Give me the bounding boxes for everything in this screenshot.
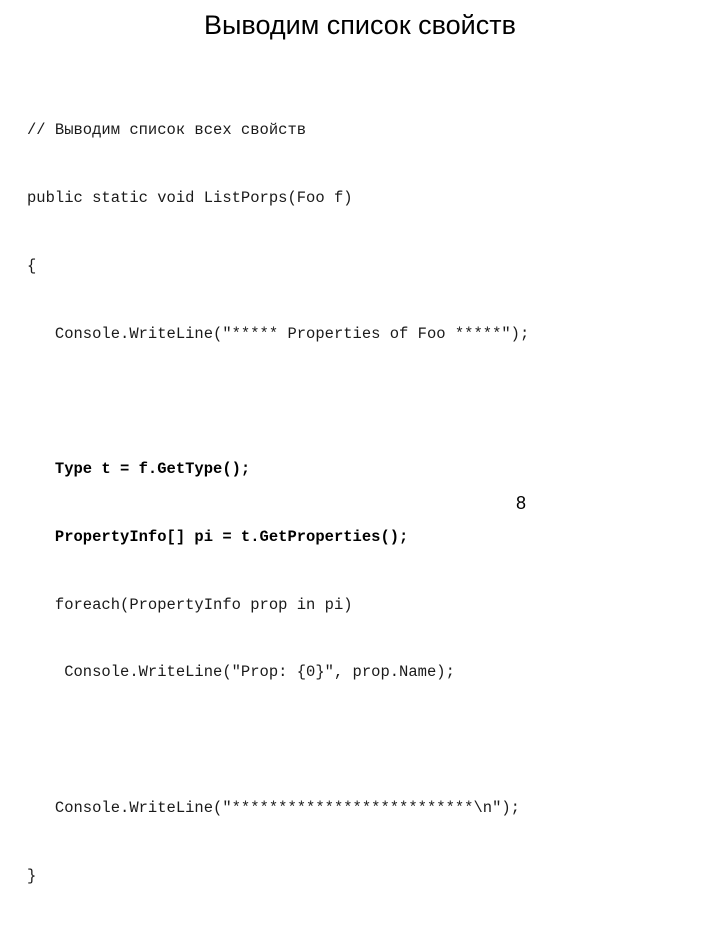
code-footer-writeline: Console.WriteLine("*********************… [27, 799, 520, 817]
slide: Выводим список свойств // Выводим список… [0, 0, 720, 885]
code-block: // Выводим список всех свойств public st… [27, 74, 529, 933]
slide-title: Выводим список свойств [204, 10, 516, 40]
code-prop-writeline: Console.WriteLine("Prop: {0}", prop.Name… [27, 663, 455, 682]
code-getproperties-line: PropertyInfo[] pi = t.GetProperties(); [27, 527, 409, 546]
code-open-brace: { [27, 256, 37, 275]
code-gettype-line: Type t = f.GetType(); [27, 460, 251, 479]
code-close-brace: } [27, 866, 37, 885]
code-comment-line: // Выводим список всех свойств [27, 121, 307, 140]
page-number: 8 [516, 493, 527, 513]
code-method-signature: public static void ListPorps(Foo f) [27, 188, 353, 207]
code-foreach-line: foreach(PropertyInfo prop in pi) [27, 595, 353, 614]
code-header-writeline: Console.WriteLine("***** Properties of F… [27, 324, 530, 343]
